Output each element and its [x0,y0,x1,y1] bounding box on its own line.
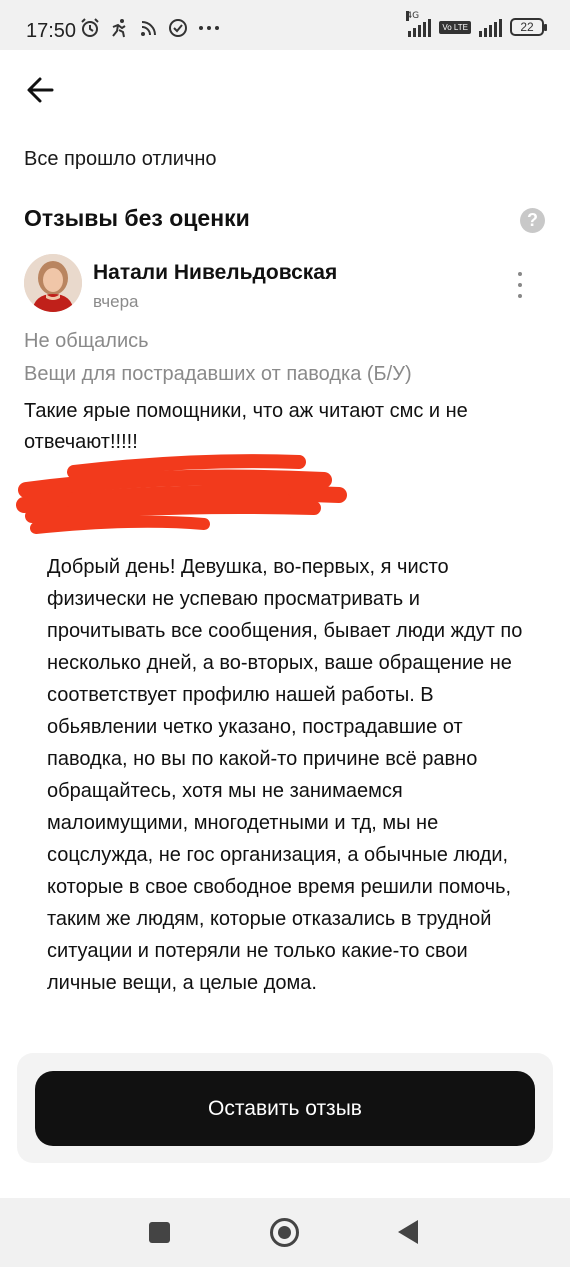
home-icon[interactable] [270,1218,299,1247]
status-bar: 17:50 4G Vo LTE 22 [0,0,570,50]
battery-icon: 22 [510,18,547,36]
reviewer-name[interactable]: Натали Нивельдовская [93,261,337,285]
previous-review-text: Все прошло отлично [24,148,217,170]
alarm-icon [81,18,99,37]
status-time: 17:50 [26,20,77,42]
item-title[interactable]: Вещи для пострадавших от паводка (Б/У) [24,363,412,386]
more-vertical-icon[interactable] [512,272,528,298]
notification-icons [80,18,220,38]
activity-icon [112,19,126,38]
signal-icon-2 [479,17,502,37]
review-date: вчера [93,292,139,311]
clipped-text [24,118,94,130]
arrow-left-icon [27,77,54,103]
check-circle-icon [169,19,187,37]
review-text: Такие ярые помощники, что аж читают смс … [24,400,468,453]
deal-status: Не общались [24,330,149,352]
back-button[interactable] [24,72,60,108]
rss-icon [141,21,156,36]
status-indicators: 4G Vo LTE 22 [406,11,547,37]
recents-icon[interactable] [149,1222,170,1243]
network-type: 4G [406,11,420,21]
avatar[interactable] [24,254,82,312]
back-triangle-icon[interactable] [398,1220,418,1244]
signal-icon: 4G [406,11,432,37]
volte-badge: Vo LTE [439,20,471,34]
section-title: Отзывы без оценки [24,205,250,231]
question-icon[interactable]: ? [520,208,545,233]
more-notifications-icon [199,26,219,30]
leave-review-button[interactable]: Оставить отзыв [35,1071,535,1146]
redaction-scribble [16,454,347,534]
seller-reply-text: Добрый день! Девушка, во-первых, я чисто… [47,556,523,994]
